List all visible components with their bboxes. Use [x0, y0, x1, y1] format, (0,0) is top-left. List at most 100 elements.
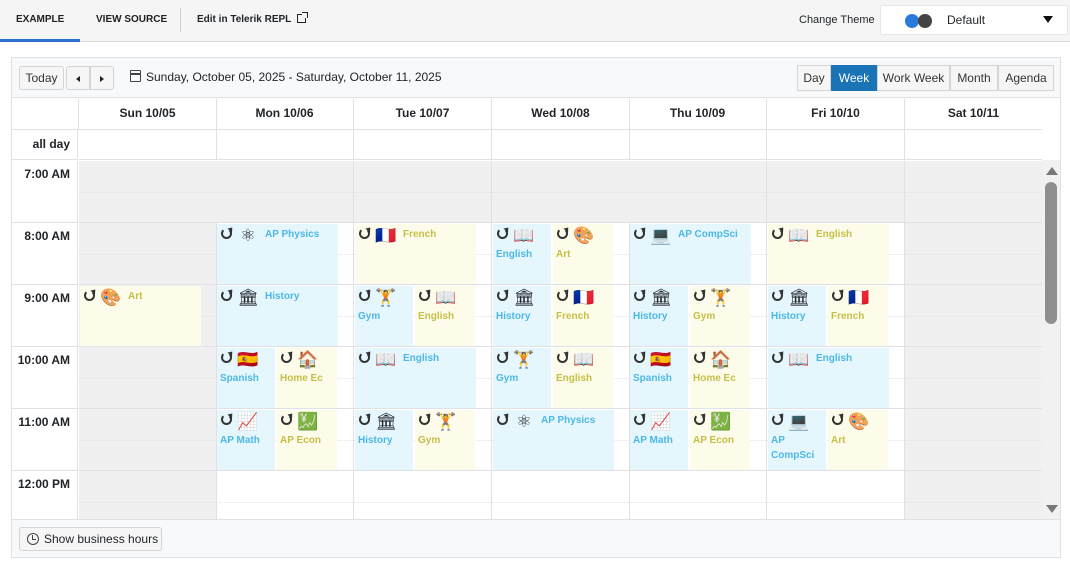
time-slot[interactable]: [492, 471, 630, 519]
event[interactable]: 📖 English: [768, 348, 889, 408]
time-slot[interactable]: [629, 161, 767, 223]
event[interactable]: 🏋 Gym: [493, 348, 551, 408]
event[interactable]: 📖 English: [355, 348, 476, 408]
event[interactable]: 📖 English: [415, 286, 475, 346]
view-week[interactable]: Week: [831, 65, 877, 91]
show-business-hours-button[interactable]: Show business hours: [19, 527, 162, 551]
theme-dropdown[interactable]: Default: [880, 5, 1068, 35]
all-day-cell[interactable]: [354, 130, 492, 160]
book-icon: 📖: [573, 350, 595, 369]
view-agenda[interactable]: Agenda: [998, 65, 1054, 91]
time-slot[interactable]: [216, 161, 354, 223]
event[interactable]: ⚛ AP Physics: [493, 410, 614, 470]
time-slot[interactable]: [905, 223, 1042, 285]
view-day[interactable]: Day: [797, 65, 831, 91]
event[interactable]: 🏛 History: [630, 286, 688, 346]
vertical-scrollbar[interactable]: [1042, 160, 1060, 519]
event-title: Gym: [496, 373, 519, 384]
event[interactable]: 🇫🇷 French: [553, 286, 613, 346]
event[interactable]: 📖 English: [553, 348, 613, 408]
date-range[interactable]: Sunday, October 05, 2025 - Saturday, Oct…: [146, 68, 442, 86]
event-title: Home Ec: [280, 373, 323, 384]
event[interactable]: 🏋 Gym: [415, 410, 475, 470]
event[interactable]: 📖 English: [768, 224, 889, 284]
scroll-up-icon[interactable]: [1046, 167, 1058, 175]
event[interactable]: 🇫🇷 French: [828, 286, 888, 346]
calendar-icon[interactable]: [130, 70, 141, 82]
recurrence-icon: [694, 352, 705, 363]
time-slot[interactable]: [354, 161, 492, 223]
event[interactable]: 💻 AP CompSci: [768, 410, 826, 470]
previous-button[interactable]: [66, 66, 90, 90]
time-slot[interactable]: [905, 471, 1042, 519]
today-button[interactable]: Today: [19, 66, 64, 90]
event[interactable]: 🏛 History: [493, 286, 551, 346]
tab-example[interactable]: EXAMPLE: [0, 0, 80, 42]
time-slot[interactable]: [905, 161, 1042, 223]
event[interactable]: 🏛 History: [768, 286, 826, 346]
time-slot[interactable]: [79, 347, 217, 409]
event[interactable]: 🏋 Gym: [690, 286, 750, 346]
event[interactable]: 🎨 Art: [553, 224, 613, 284]
time-slot[interactable]: [79, 409, 217, 471]
event[interactable]: 💻 AP CompSci: [630, 224, 751, 284]
time-slot[interactable]: [905, 285, 1042, 347]
event[interactable]: 🎨 Art: [828, 410, 888, 470]
palette-icon: 🎨: [848, 412, 870, 431]
museum-icon: 🏛: [788, 288, 810, 307]
event[interactable]: 🇪🇸 Spanish: [630, 348, 688, 408]
all-day-cell[interactable]: [767, 130, 905, 160]
tab-view-source[interactable]: VIEW SOURCE: [96, 0, 167, 42]
event-title: French: [403, 229, 437, 240]
time-slot[interactable]: [79, 471, 217, 519]
time-slot[interactable]: [79, 223, 217, 285]
time-slot[interactable]: [905, 409, 1042, 471]
event[interactable]: 🇪🇸 Spanish: [217, 348, 275, 408]
edit-in-repl-link[interactable]: Edit in Telerik REPL: [197, 0, 309, 40]
time-slot[interactable]: [767, 471, 905, 519]
time-slot[interactable]: [216, 471, 354, 519]
event[interactable]: ⚛ AP Physics: [217, 224, 338, 284]
all-day-label: all day: [12, 130, 78, 160]
event[interactable]: 📈 AP Math: [217, 410, 275, 470]
book-icon: 📖: [435, 288, 457, 307]
event[interactable]: 💹 AP Econ: [277, 410, 337, 470]
all-day-cell[interactable]: [905, 130, 1042, 160]
dumbbell-icon: 🏋: [513, 350, 535, 369]
event[interactable]: 🏋 Gym: [355, 286, 413, 346]
event[interactable]: 📖 English: [493, 224, 551, 284]
event[interactable]: 🇫🇷 French: [355, 224, 476, 284]
event[interactable]: 🏠 Home Ec: [277, 348, 337, 408]
event-title: AP Econ: [280, 435, 321, 446]
event-title: AP Physics: [541, 415, 596, 426]
top-bar: EXAMPLE VIEW SOURCE Edit in Telerik REPL…: [0, 0, 1070, 42]
time-slot[interactable]: [79, 161, 217, 223]
time-slot[interactable]: [767, 161, 905, 223]
recurrence-icon: [557, 290, 568, 301]
half-hour-line: [905, 440, 1042, 441]
event[interactable]: 🎨 Art: [80, 286, 201, 346]
recurrence-icon: [221, 228, 232, 239]
scroll-thumb[interactable]: [1045, 182, 1057, 324]
all-day-cell[interactable]: [79, 130, 217, 160]
all-day-cell[interactable]: [216, 130, 354, 160]
time-slot[interactable]: [629, 471, 767, 519]
next-button[interactable]: [90, 66, 114, 90]
event[interactable]: 🏠 Home Ec: [690, 348, 750, 408]
all-day-cell[interactable]: [492, 130, 630, 160]
all-day-cell[interactable]: [629, 130, 767, 160]
house-icon: 🏠: [297, 350, 319, 369]
event-title: History: [358, 435, 393, 446]
event[interactable]: 📈 AP Math: [630, 410, 688, 470]
time-slot[interactable]: [354, 471, 492, 519]
day-header: Mon 10/06: [216, 99, 354, 130]
scroll-down-icon[interactable]: [1046, 505, 1058, 513]
museum-icon: 🏛: [375, 412, 397, 431]
time-slot[interactable]: [492, 161, 630, 223]
event[interactable]: 🏛 History: [355, 410, 413, 470]
view-work-week[interactable]: Work Week: [877, 65, 950, 91]
event[interactable]: 💹 AP Econ: [690, 410, 750, 470]
time-slot[interactable]: [905, 347, 1042, 409]
view-month[interactable]: Month: [950, 65, 998, 91]
event[interactable]: 🏛 History: [217, 286, 338, 346]
